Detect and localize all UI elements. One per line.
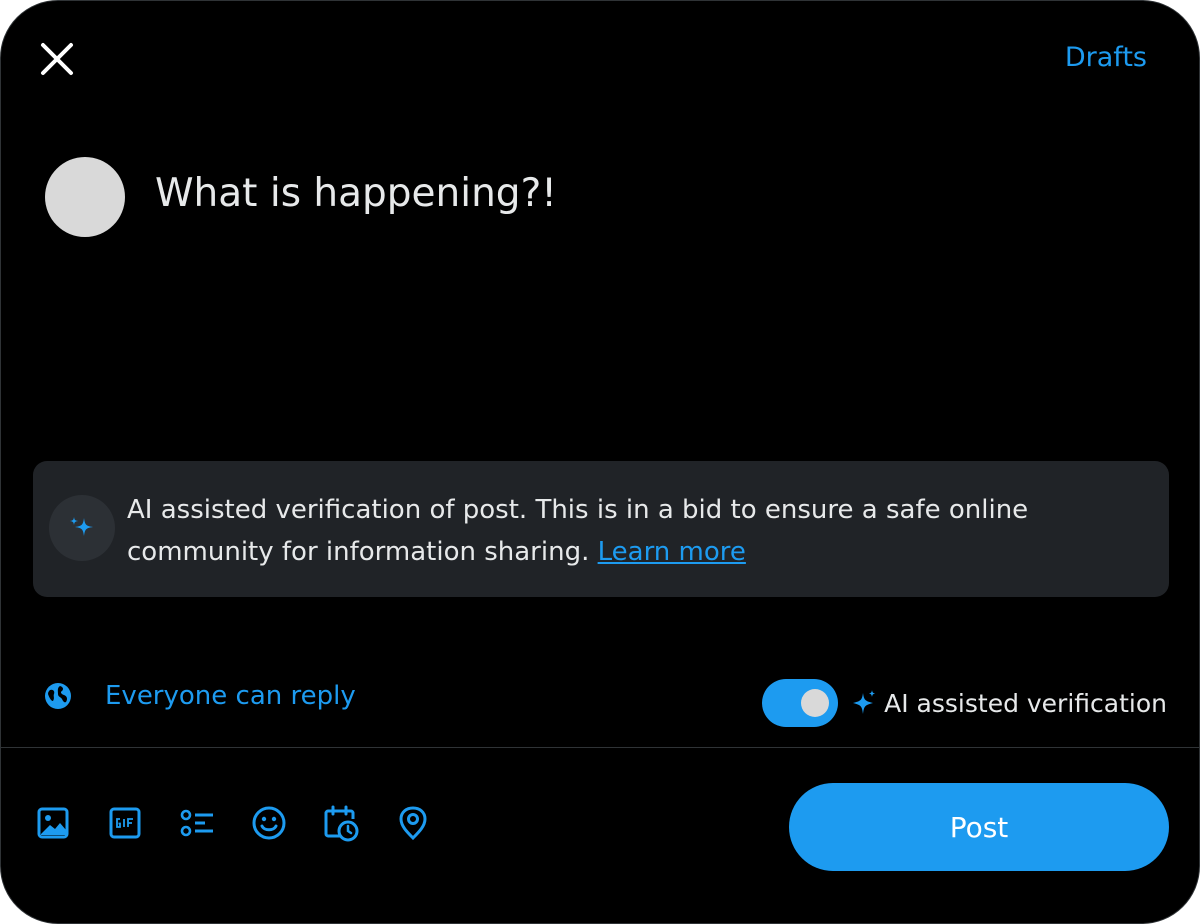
schedule-icon — [324, 805, 359, 842]
schedule-button[interactable] — [323, 803, 359, 843]
location-icon — [399, 806, 427, 841]
ai-verification-notice: AI assisted verification of post. This i… — [33, 461, 1169, 597]
drafts-link[interactable]: Drafts — [1065, 42, 1147, 73]
toggle-knob — [801, 689, 830, 717]
gif-button[interactable] — [107, 803, 143, 843]
sparkle-icon — [853, 690, 876, 714]
media-button[interactable] — [35, 803, 71, 843]
image-icon — [37, 807, 69, 839]
divider — [1, 747, 1199, 748]
ai-verification-toggle-row: AI assisted verification — [762, 679, 1167, 727]
poll-button[interactable] — [179, 803, 215, 843]
post-button[interactable]: Post — [789, 783, 1169, 871]
compose-post-modal: Drafts AI assisted verification of post.… — [0, 0, 1200, 924]
reply-setting-button[interactable]: Everyone can reply — [43, 681, 356, 711]
post-text-input[interactable] — [155, 171, 1135, 216]
avatar — [45, 157, 125, 237]
close-button[interactable] — [37, 39, 77, 79]
ai-notice-message: AI assisted verification of post. This i… — [127, 489, 1127, 573]
ai-notice-text: AI assisted verification of post. This i… — [127, 495, 1029, 567]
compose-toolbar — [35, 803, 467, 843]
ai-verification-toggle[interactable] — [762, 679, 839, 727]
ai-notice-icon-badge — [49, 495, 115, 561]
close-icon — [41, 43, 73, 75]
sparkle-icon — [70, 517, 93, 536]
globe-icon — [45, 683, 71, 709]
emoji-icon — [252, 806, 286, 840]
location-button[interactable] — [395, 803, 431, 843]
ai-verification-label: AI assisted verification — [884, 688, 1167, 718]
emoji-button[interactable] — [251, 803, 287, 843]
reply-setting-label: Everyone can reply — [105, 681, 356, 711]
poll-icon — [180, 809, 213, 837]
gif-icon — [109, 807, 141, 839]
learn-more-link[interactable]: Learn more — [598, 537, 746, 567]
